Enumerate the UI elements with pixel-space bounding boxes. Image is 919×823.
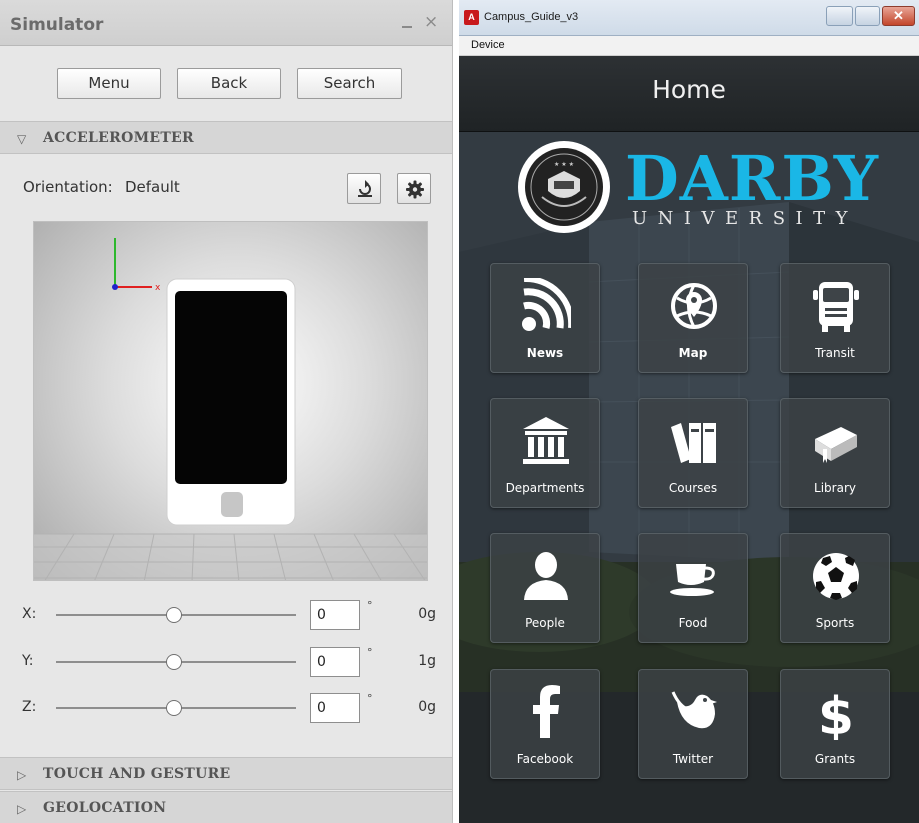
window-titlebar[interactable]: A Campus_Guide_v3 ✕ bbox=[459, 0, 919, 36]
gizmo-x-label: x bbox=[155, 283, 161, 293]
tile-twitter[interactable]: Twitter bbox=[638, 669, 748, 779]
simulator-title: Simulator bbox=[10, 15, 104, 35]
window-maximize-button[interactable] bbox=[855, 6, 880, 26]
air-app-icon: A bbox=[464, 10, 479, 25]
globe-pin-icon bbox=[671, 283, 717, 329]
gear-icon bbox=[406, 180, 424, 199]
rotate-reset-icon bbox=[358, 180, 372, 197]
expanded-triangle-icon: ▽ bbox=[17, 132, 27, 146]
orientation-label: Orientation: bbox=[23, 178, 113, 196]
building-columns-icon bbox=[523, 417, 569, 464]
tile-news[interactable]: News bbox=[490, 263, 600, 373]
slider-y-thumb[interactable] bbox=[166, 654, 182, 670]
university-seal-logo: ★ ★ ★ bbox=[518, 141, 610, 233]
rss-icon bbox=[522, 278, 571, 331]
axis-row-z: Z: 0 ° 0g bbox=[0, 692, 452, 723]
close-icon[interactable]: × bbox=[424, 12, 438, 32]
page-title: Home bbox=[652, 75, 726, 104]
collapsed-triangle-icon: ▷ bbox=[17, 768, 27, 782]
window-minimize-button[interactable] bbox=[826, 6, 853, 26]
tile-grants[interactable]: $ Grants bbox=[780, 669, 890, 779]
axis-row-x: X: 0 ° 0g bbox=[0, 599, 452, 630]
y-angle-input[interactable]: 0 bbox=[310, 647, 360, 677]
tile-library[interactable]: Library bbox=[780, 398, 890, 508]
menu-device[interactable]: Device bbox=[471, 39, 505, 51]
device-orientation-scene: x bbox=[34, 238, 427, 580]
geolocation-heading: GEOLOCATION bbox=[43, 800, 167, 816]
tile-facebook[interactable]: Facebook bbox=[490, 669, 600, 779]
bus-icon bbox=[813, 282, 859, 332]
tile-map[interactable]: Map bbox=[638, 263, 748, 373]
tile-news-label: News bbox=[526, 346, 564, 360]
settings-button[interactable] bbox=[397, 173, 431, 204]
degree-symbol: ° bbox=[367, 599, 373, 612]
minimize-icon[interactable] bbox=[400, 14, 414, 30]
twitter-bird-icon bbox=[671, 691, 717, 729]
tile-facebook-label: Facebook bbox=[516, 752, 574, 766]
svg-text:★ ★ ★: ★ ★ ★ bbox=[554, 161, 574, 168]
tile-courses-label: Courses bbox=[668, 481, 718, 495]
back-button[interactable]: Back bbox=[177, 68, 281, 99]
tile-transit-label: Transit bbox=[815, 346, 855, 360]
degree-symbol: ° bbox=[367, 646, 373, 659]
books-icon bbox=[671, 423, 716, 463]
simulator-titlebar: Simulator × bbox=[0, 0, 452, 46]
touch-gesture-heading: TOUCH AND GESTURE bbox=[43, 766, 231, 782]
tile-food-label: Food bbox=[678, 616, 708, 630]
axis-label-z: Z: bbox=[22, 699, 37, 715]
tile-sports-label: Sports bbox=[815, 616, 855, 630]
accelerometer-heading: ACCELEROMETER bbox=[43, 130, 194, 146]
degree-symbol: ° bbox=[367, 692, 373, 705]
facebook-icon bbox=[533, 685, 560, 738]
axis-label-y: Y: bbox=[22, 653, 34, 669]
search-button[interactable]: Search bbox=[297, 68, 402, 99]
touch-gesture-section-header[interactable]: ▷ TOUCH AND GESTURE bbox=[0, 757, 452, 790]
book-icon bbox=[815, 427, 857, 463]
tile-courses[interactable]: Courses bbox=[638, 398, 748, 508]
tile-people-label: People bbox=[525, 616, 565, 630]
app-header: Home bbox=[459, 56, 919, 132]
window-close-button[interactable]: ✕ bbox=[882, 6, 915, 26]
accelerometer-3d-viewport[interactable]: x bbox=[33, 221, 428, 581]
geolocation-section-header[interactable]: ▷ GEOLOCATION bbox=[0, 791, 452, 823]
x-g-value: 0g bbox=[418, 606, 436, 622]
coffee-cup-icon bbox=[670, 564, 715, 596]
z-g-value: 0g bbox=[418, 699, 436, 715]
tile-transit[interactable]: Transit bbox=[780, 263, 890, 373]
menu-bar: Device bbox=[459, 36, 919, 56]
tile-departments-label: Departments bbox=[505, 481, 585, 495]
z-angle-input[interactable]: 0 bbox=[310, 693, 360, 723]
window-title: Campus_Guide_v3 bbox=[484, 11, 579, 23]
slider-x-thumb[interactable] bbox=[166, 607, 182, 623]
reset-orientation-button[interactable] bbox=[347, 173, 381, 204]
tile-departments[interactable]: Departments bbox=[490, 398, 600, 508]
axis-row-y: Y: 0 ° 1g bbox=[0, 646, 452, 677]
tile-map-label: Map bbox=[678, 346, 708, 360]
x-angle-input[interactable]: 0 bbox=[310, 600, 360, 630]
tile-food[interactable]: Food bbox=[638, 533, 748, 643]
tile-twitter-label: Twitter bbox=[672, 752, 714, 766]
person-icon bbox=[524, 552, 568, 600]
tile-library-label: Library bbox=[814, 481, 856, 495]
svg-text:$: $ bbox=[818, 687, 854, 740]
orientation-value: Default bbox=[125, 178, 180, 196]
university-wordmark: UNIVERSITY bbox=[632, 208, 859, 229]
axis-label-x: X: bbox=[22, 606, 37, 622]
darby-wordmark: DARBY bbox=[625, 142, 879, 215]
soccer-ball-icon bbox=[813, 553, 859, 600]
menu-button[interactable]: Menu bbox=[57, 68, 161, 99]
tile-grants-label: Grants bbox=[814, 752, 856, 766]
dollar-icon: $ bbox=[818, 687, 854, 740]
tile-sports[interactable]: Sports bbox=[780, 533, 890, 643]
tile-people[interactable]: People bbox=[490, 533, 600, 643]
accelerometer-section-header[interactable]: ▽ ACCELEROMETER bbox=[0, 121, 452, 154]
slider-z-thumb[interactable] bbox=[166, 700, 182, 716]
y-g-value: 1g bbox=[418, 653, 436, 669]
simulator-panel: Simulator × Menu Back Search ▽ ACCELEROM… bbox=[0, 0, 453, 823]
collapsed-triangle-icon: ▷ bbox=[17, 802, 27, 816]
